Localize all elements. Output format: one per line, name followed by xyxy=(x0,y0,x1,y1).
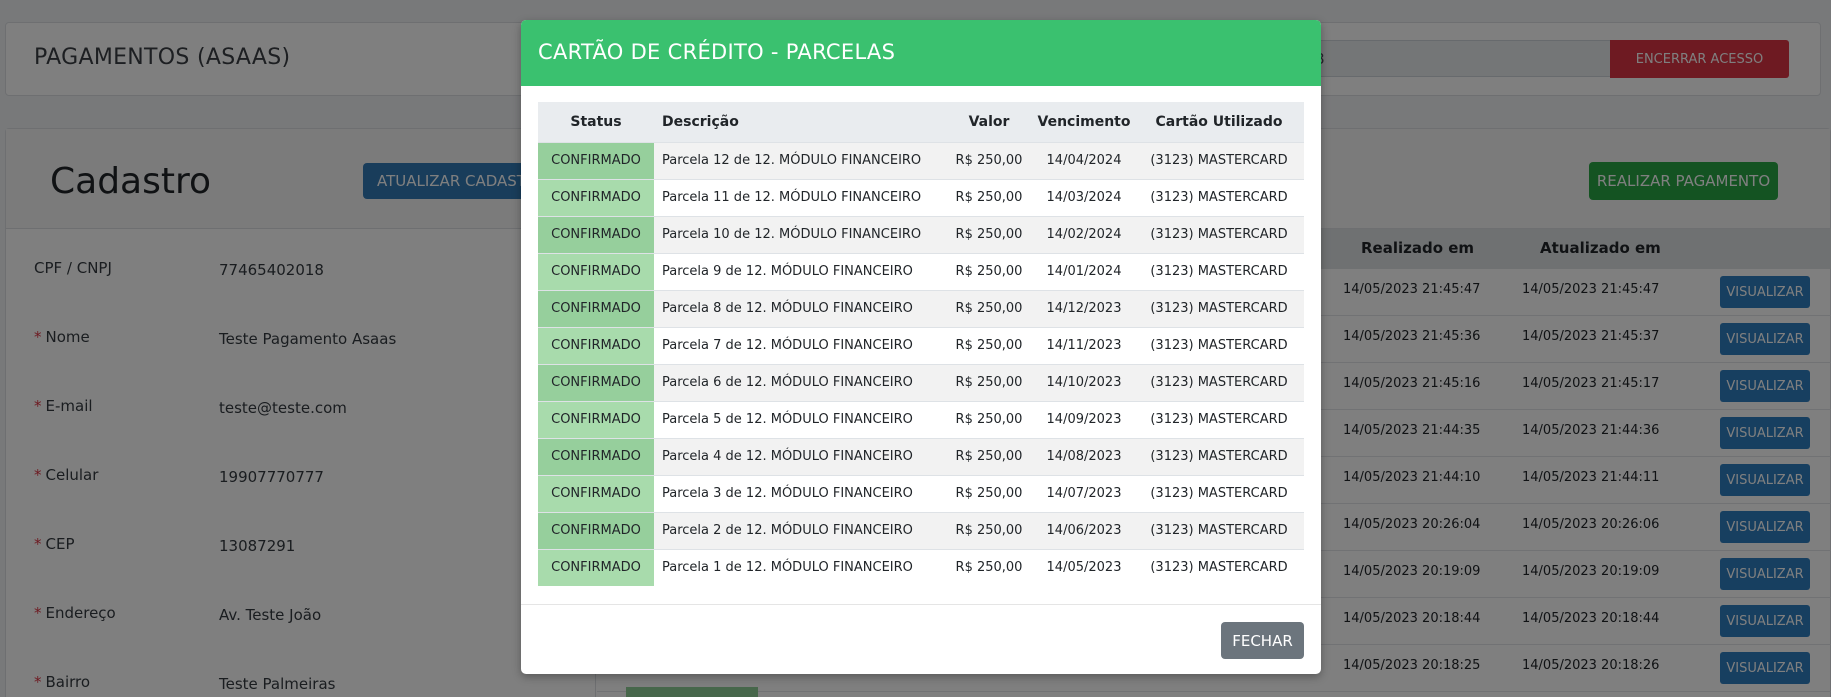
installments-modal: CARTÃO DE CRÉDITO - PARCELAS Status Desc… xyxy=(521,20,1321,674)
descricao-cell: Parcela 5 de 12. MÓDULO FINANCEIRO xyxy=(654,400,944,438)
cartao-cell: (3123) MASTERCARD xyxy=(1134,252,1304,290)
descricao-cell: Parcela 12 de 12. MÓDULO FINANCEIRO xyxy=(654,141,944,179)
table-row: CONFIRMADO Parcela 6 de 12. MÓDULO FINAN… xyxy=(538,363,1304,401)
modal-body: Status Descrição Valor Vencimento Cartão… xyxy=(538,102,1304,586)
valor-cell: R$ 250,00 xyxy=(944,252,1034,290)
valor-cell: R$ 250,00 xyxy=(944,511,1034,549)
status-badge: CONFIRMADO xyxy=(538,141,654,179)
column-header-valor: Valor xyxy=(944,102,1034,143)
cartao-cell: (3123) MASTERCARD xyxy=(1134,511,1304,549)
cartao-cell: (3123) MASTERCARD xyxy=(1134,141,1304,179)
descricao-cell: Parcela 3 de 12. MÓDULO FINANCEIRO xyxy=(654,474,944,512)
valor-cell: R$ 250,00 xyxy=(944,363,1034,401)
descricao-cell: Parcela 11 de 12. MÓDULO FINANCEIRO xyxy=(654,178,944,216)
status-badge: CONFIRMADO xyxy=(538,178,654,216)
descricao-cell: Parcela 1 de 12. MÓDULO FINANCEIRO xyxy=(654,548,944,586)
vencimento-cell: 14/06/2023 xyxy=(1034,511,1134,549)
valor-cell: R$ 250,00 xyxy=(944,178,1034,216)
valor-cell: R$ 250,00 xyxy=(944,215,1034,253)
table-row: CONFIRMADO Parcela 9 de 12. MÓDULO FINAN… xyxy=(538,252,1304,290)
status-badge: CONFIRMADO xyxy=(538,363,654,401)
cartao-cell: (3123) MASTERCARD xyxy=(1134,326,1304,364)
vencimento-cell: 14/11/2023 xyxy=(1034,326,1134,364)
status-badge: CONFIRMADO xyxy=(538,326,654,364)
status-badge: CONFIRMADO xyxy=(538,215,654,253)
modal-footer: FECHAR xyxy=(521,604,1321,674)
column-header-cartao: Cartão Utilizado xyxy=(1134,102,1304,143)
close-button[interactable]: FECHAR xyxy=(1221,622,1304,659)
table-row: CONFIRMADO Parcela 1 de 12. MÓDULO FINAN… xyxy=(538,548,1304,586)
status-badge: CONFIRMADO xyxy=(538,289,654,327)
cartao-cell: (3123) MASTERCARD xyxy=(1134,178,1304,216)
status-badge: CONFIRMADO xyxy=(538,474,654,512)
modal-header: CARTÃO DE CRÉDITO - PARCELAS xyxy=(521,20,1321,86)
table-row: CONFIRMADO Parcela 11 de 12. MÓDULO FINA… xyxy=(538,178,1304,216)
descricao-cell: Parcela 10 de 12. MÓDULO FINANCEIRO xyxy=(654,215,944,253)
valor-cell: R$ 250,00 xyxy=(944,400,1034,438)
valor-cell: R$ 250,00 xyxy=(944,141,1034,179)
descricao-cell: Parcela 8 de 12. MÓDULO FINANCEIRO xyxy=(654,289,944,327)
valor-cell: R$ 250,00 xyxy=(944,474,1034,512)
table-row: CONFIRMADO Parcela 7 de 12. MÓDULO FINAN… xyxy=(538,326,1304,364)
vencimento-cell: 14/08/2023 xyxy=(1034,437,1134,475)
descricao-cell: Parcela 4 de 12. MÓDULO FINANCEIRO xyxy=(654,437,944,475)
vencimento-cell: 14/04/2024 xyxy=(1034,141,1134,179)
valor-cell: R$ 250,00 xyxy=(944,437,1034,475)
table-row: CONFIRMADO Parcela 5 de 12. MÓDULO FINAN… xyxy=(538,400,1304,438)
status-badge: CONFIRMADO xyxy=(538,400,654,438)
vencimento-cell: 14/09/2023 xyxy=(1034,400,1134,438)
status-badge: CONFIRMADO xyxy=(538,548,654,586)
cartao-cell: (3123) MASTERCARD xyxy=(1134,363,1304,401)
installments-table: Status Descrição Valor Vencimento Cartão… xyxy=(538,102,1304,586)
descricao-cell: Parcela 7 de 12. MÓDULO FINANCEIRO xyxy=(654,326,944,364)
valor-cell: R$ 250,00 xyxy=(944,289,1034,327)
cartao-cell: (3123) MASTERCARD xyxy=(1134,437,1304,475)
valor-cell: R$ 250,00 xyxy=(944,326,1034,364)
table-row: CONFIRMADO Parcela 12 de 12. MÓDULO FINA… xyxy=(538,141,1304,179)
status-badge: CONFIRMADO xyxy=(538,252,654,290)
vencimento-cell: 14/07/2023 xyxy=(1034,474,1134,512)
vencimento-cell: 14/03/2024 xyxy=(1034,178,1134,216)
cartao-cell: (3123) MASTERCARD xyxy=(1134,289,1304,327)
table-row: CONFIRMADO Parcela 4 de 12. MÓDULO FINAN… xyxy=(538,437,1304,475)
descricao-cell: Parcela 6 de 12. MÓDULO FINANCEIRO xyxy=(654,363,944,401)
status-badge: CONFIRMADO xyxy=(538,437,654,475)
descricao-cell: Parcela 9 de 12. MÓDULO FINANCEIRO xyxy=(654,252,944,290)
status-badge: CONFIRMADO xyxy=(538,511,654,549)
modal-title: CARTÃO DE CRÉDITO - PARCELAS xyxy=(538,40,896,64)
table-header-row: Status Descrição Valor Vencimento Cartão… xyxy=(538,102,1304,143)
vencimento-cell: 14/12/2023 xyxy=(1034,289,1134,327)
table-row: CONFIRMADO Parcela 2 de 12. MÓDULO FINAN… xyxy=(538,511,1304,549)
column-header-descricao: Descrição xyxy=(654,102,944,143)
table-row: CONFIRMADO Parcela 3 de 12. MÓDULO FINAN… xyxy=(538,474,1304,512)
column-header-status: Status xyxy=(538,102,654,143)
descricao-cell: Parcela 2 de 12. MÓDULO FINANCEIRO xyxy=(654,511,944,549)
vencimento-cell: 14/05/2023 xyxy=(1034,548,1134,586)
vencimento-cell: 14/10/2023 xyxy=(1034,363,1134,401)
table-row: CONFIRMADO Parcela 8 de 12. MÓDULO FINAN… xyxy=(538,289,1304,327)
valor-cell: R$ 250,00 xyxy=(944,548,1034,586)
vencimento-cell: 14/02/2024 xyxy=(1034,215,1134,253)
cartao-cell: (3123) MASTERCARD xyxy=(1134,215,1304,253)
cartao-cell: (3123) MASTERCARD xyxy=(1134,548,1304,586)
column-header-vencimento: Vencimento xyxy=(1034,102,1134,143)
vencimento-cell: 14/01/2024 xyxy=(1034,252,1134,290)
cartao-cell: (3123) MASTERCARD xyxy=(1134,474,1304,512)
table-row: CONFIRMADO Parcela 10 de 12. MÓDULO FINA… xyxy=(538,215,1304,253)
cartao-cell: (3123) MASTERCARD xyxy=(1134,400,1304,438)
